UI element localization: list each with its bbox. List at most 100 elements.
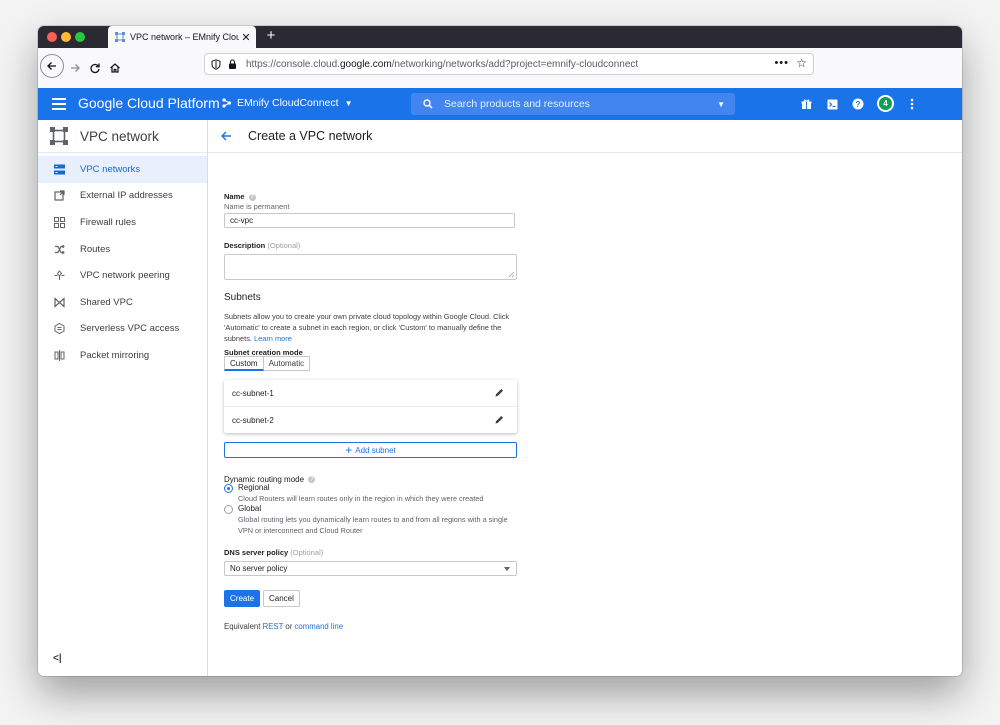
- navigation-bar: https://console.cloud.google.com/network…: [38, 48, 962, 89]
- dns-policy-label: DNS server policy (Optional): [224, 548, 324, 557]
- sidebar-header: VPC network: [38, 120, 207, 153]
- subnets-description: Subnets allow you to create your own pri…: [224, 312, 510, 343]
- sidebar-item-routes[interactable]: Routes: [38, 236, 207, 263]
- project-selector[interactable]: EMnify CloudConnect ▼: [222, 97, 352, 109]
- command-line-link[interactable]: command line: [295, 622, 344, 631]
- mode-automatic-button[interactable]: Automatic: [263, 356, 311, 371]
- radio-regional[interactable]: [224, 484, 233, 493]
- shared-vpc-icon: [53, 296, 65, 308]
- back-arrow-icon[interactable]: [220, 130, 234, 142]
- minimize-window-button[interactable]: [61, 32, 71, 42]
- sidebar-item-label: Serverless VPC access: [80, 323, 180, 335]
- hamburger-menu-icon[interactable]: [52, 98, 66, 110]
- page-actions-menu-icon[interactable]: •••: [774, 57, 789, 69]
- arrow-right-icon: [71, 64, 80, 72]
- subnet-mode-toggle: Custom Automatic: [224, 356, 311, 371]
- page-title: Create a VPC network: [248, 129, 373, 143]
- reload-button[interactable]: [86, 59, 104, 77]
- external-ip-icon: [53, 190, 65, 202]
- gift-icon[interactable]: [800, 98, 812, 110]
- reload-icon: [90, 63, 100, 74]
- learn-more-link[interactable]: Learn more: [254, 334, 292, 343]
- resize-grip-icon: [508, 271, 515, 278]
- subnet-list: cc-subnet-1 cc-subnet-2: [224, 380, 517, 433]
- routes-icon: [53, 243, 65, 255]
- tab-close-icon[interactable]: ✕: [239, 31, 253, 44]
- sidebar-item-label: VPC networks: [80, 163, 141, 175]
- close-window-button[interactable]: [47, 32, 57, 42]
- sidebar: VPC network VPC networks External IP add…: [38, 120, 208, 676]
- page-header: Create a VPC network: [208, 120, 962, 153]
- forward-button[interactable]: [66, 59, 84, 77]
- browser-window: VPC network – EMnify CloudCo ✕ + https:/…: [38, 26, 962, 676]
- regional-label: Regional: [238, 483, 270, 492]
- radio-global[interactable]: [224, 505, 233, 514]
- maximize-window-button[interactable]: [75, 32, 85, 42]
- create-button[interactable]: Create: [224, 590, 261, 607]
- name-hint: Name is permanent: [224, 202, 290, 211]
- collapse-sidebar-button[interactable]: <|: [53, 653, 62, 664]
- rest-link[interactable]: REST: [263, 622, 284, 631]
- tab-bar: VPC network – EMnify CloudCo ✕ +: [38, 26, 962, 48]
- global-label: Global: [238, 504, 262, 513]
- sidebar-item-label: Shared VPC: [80, 296, 133, 308]
- subnet-name: cc-subnet-2: [232, 415, 274, 425]
- sidebar-nav: VPC networks External IP addresses Firew…: [38, 156, 207, 369]
- serverless-icon: [53, 323, 65, 335]
- home-icon: [110, 63, 120, 73]
- cloud-shell-icon[interactable]: [826, 98, 838, 110]
- sidebar-item-shared-vpc[interactable]: Shared VPC: [38, 289, 207, 316]
- search-dropdown-icon[interactable]: ▼: [717, 100, 725, 109]
- add-subnet-button[interactable]: + Add subnet: [224, 442, 517, 458]
- sidebar-item-peering[interactable]: VPC network peering: [38, 262, 207, 289]
- name-label: Name ?: [224, 192, 256, 201]
- sidebar-item-serverless[interactable]: Serverless VPC access: [38, 316, 207, 343]
- subnet-row[interactable]: cc-subnet-2: [224, 406, 517, 433]
- home-button[interactable]: [106, 59, 124, 77]
- sidebar-item-external-ip[interactable]: External IP addresses: [38, 183, 207, 210]
- help-icon[interactable]: ?: [852, 98, 864, 110]
- product-title[interactable]: Google Cloud Platform: [78, 95, 220, 111]
- notifications-badge[interactable]: 4: [877, 95, 894, 112]
- back-button[interactable]: [40, 54, 64, 78]
- arrow-left-icon: [47, 62, 56, 70]
- cancel-button[interactable]: Cancel: [263, 590, 300, 607]
- plus-icon: +: [345, 443, 353, 457]
- global-description: Global routing lets you dynamically lear…: [238, 515, 508, 535]
- name-input[interactable]: cc-vpc: [224, 213, 515, 228]
- mode-custom-button[interactable]: Custom: [224, 356, 264, 371]
- packet-mirroring-icon: [53, 349, 65, 361]
- search-placeholder: Search products and resources: [444, 98, 590, 110]
- equivalent-text: Equivalent REST or command line: [224, 622, 344, 631]
- dns-policy-select[interactable]: No server policy: [224, 561, 517, 576]
- gcp-header: Google Cloud Platform EMnify CloudConnec…: [38, 88, 962, 120]
- project-icon: [222, 98, 232, 108]
- caret-down-icon: [504, 567, 510, 571]
- subnet-row[interactable]: cc-subnet-1: [224, 380, 517, 406]
- tab-title: VPC network – EMnify CloudCo: [130, 32, 239, 42]
- help-question-icon[interactable]: ?: [248, 193, 256, 201]
- dns-policy-value: No server policy: [230, 564, 288, 573]
- description-textarea[interactable]: [224, 254, 517, 280]
- lock-icon[interactable]: [228, 58, 240, 70]
- help-question-icon[interactable]: ?: [308, 476, 316, 484]
- bookmark-star-icon[interactable]: ☆: [796, 56, 807, 70]
- sidebar-item-vpc-networks[interactable]: VPC networks: [38, 156, 207, 183]
- main-content: Create a VPC network Name ? Name is perm…: [208, 120, 962, 676]
- browser-tab[interactable]: VPC network – EMnify CloudCo ✕: [108, 26, 256, 48]
- sidebar-item-firewall[interactable]: Firewall rules: [38, 209, 207, 236]
- vpc-network-logo-icon: [50, 127, 68, 145]
- vpc-networks-icon: [53, 163, 65, 175]
- vpc-favicon-icon: [115, 32, 125, 42]
- edit-pencil-icon[interactable]: [495, 388, 505, 398]
- address-bar[interactable]: https://console.cloud.google.com/network…: [204, 53, 814, 75]
- sidebar-item-label: Routes: [80, 243, 111, 255]
- more-vert-icon[interactable]: [906, 98, 918, 110]
- sidebar-item-label: Firewall rules: [80, 216, 136, 228]
- url-text[interactable]: https://console.cloud.google.com/network…: [246, 59, 638, 70]
- new-tab-button[interactable]: +: [263, 27, 279, 44]
- search-bar[interactable]: Search products and resources ▼: [411, 93, 735, 115]
- edit-pencil-icon[interactable]: [495, 415, 505, 425]
- sidebar-item-packet-mirroring[interactable]: Packet mirroring: [38, 342, 207, 369]
- shield-icon[interactable]: [211, 58, 223, 70]
